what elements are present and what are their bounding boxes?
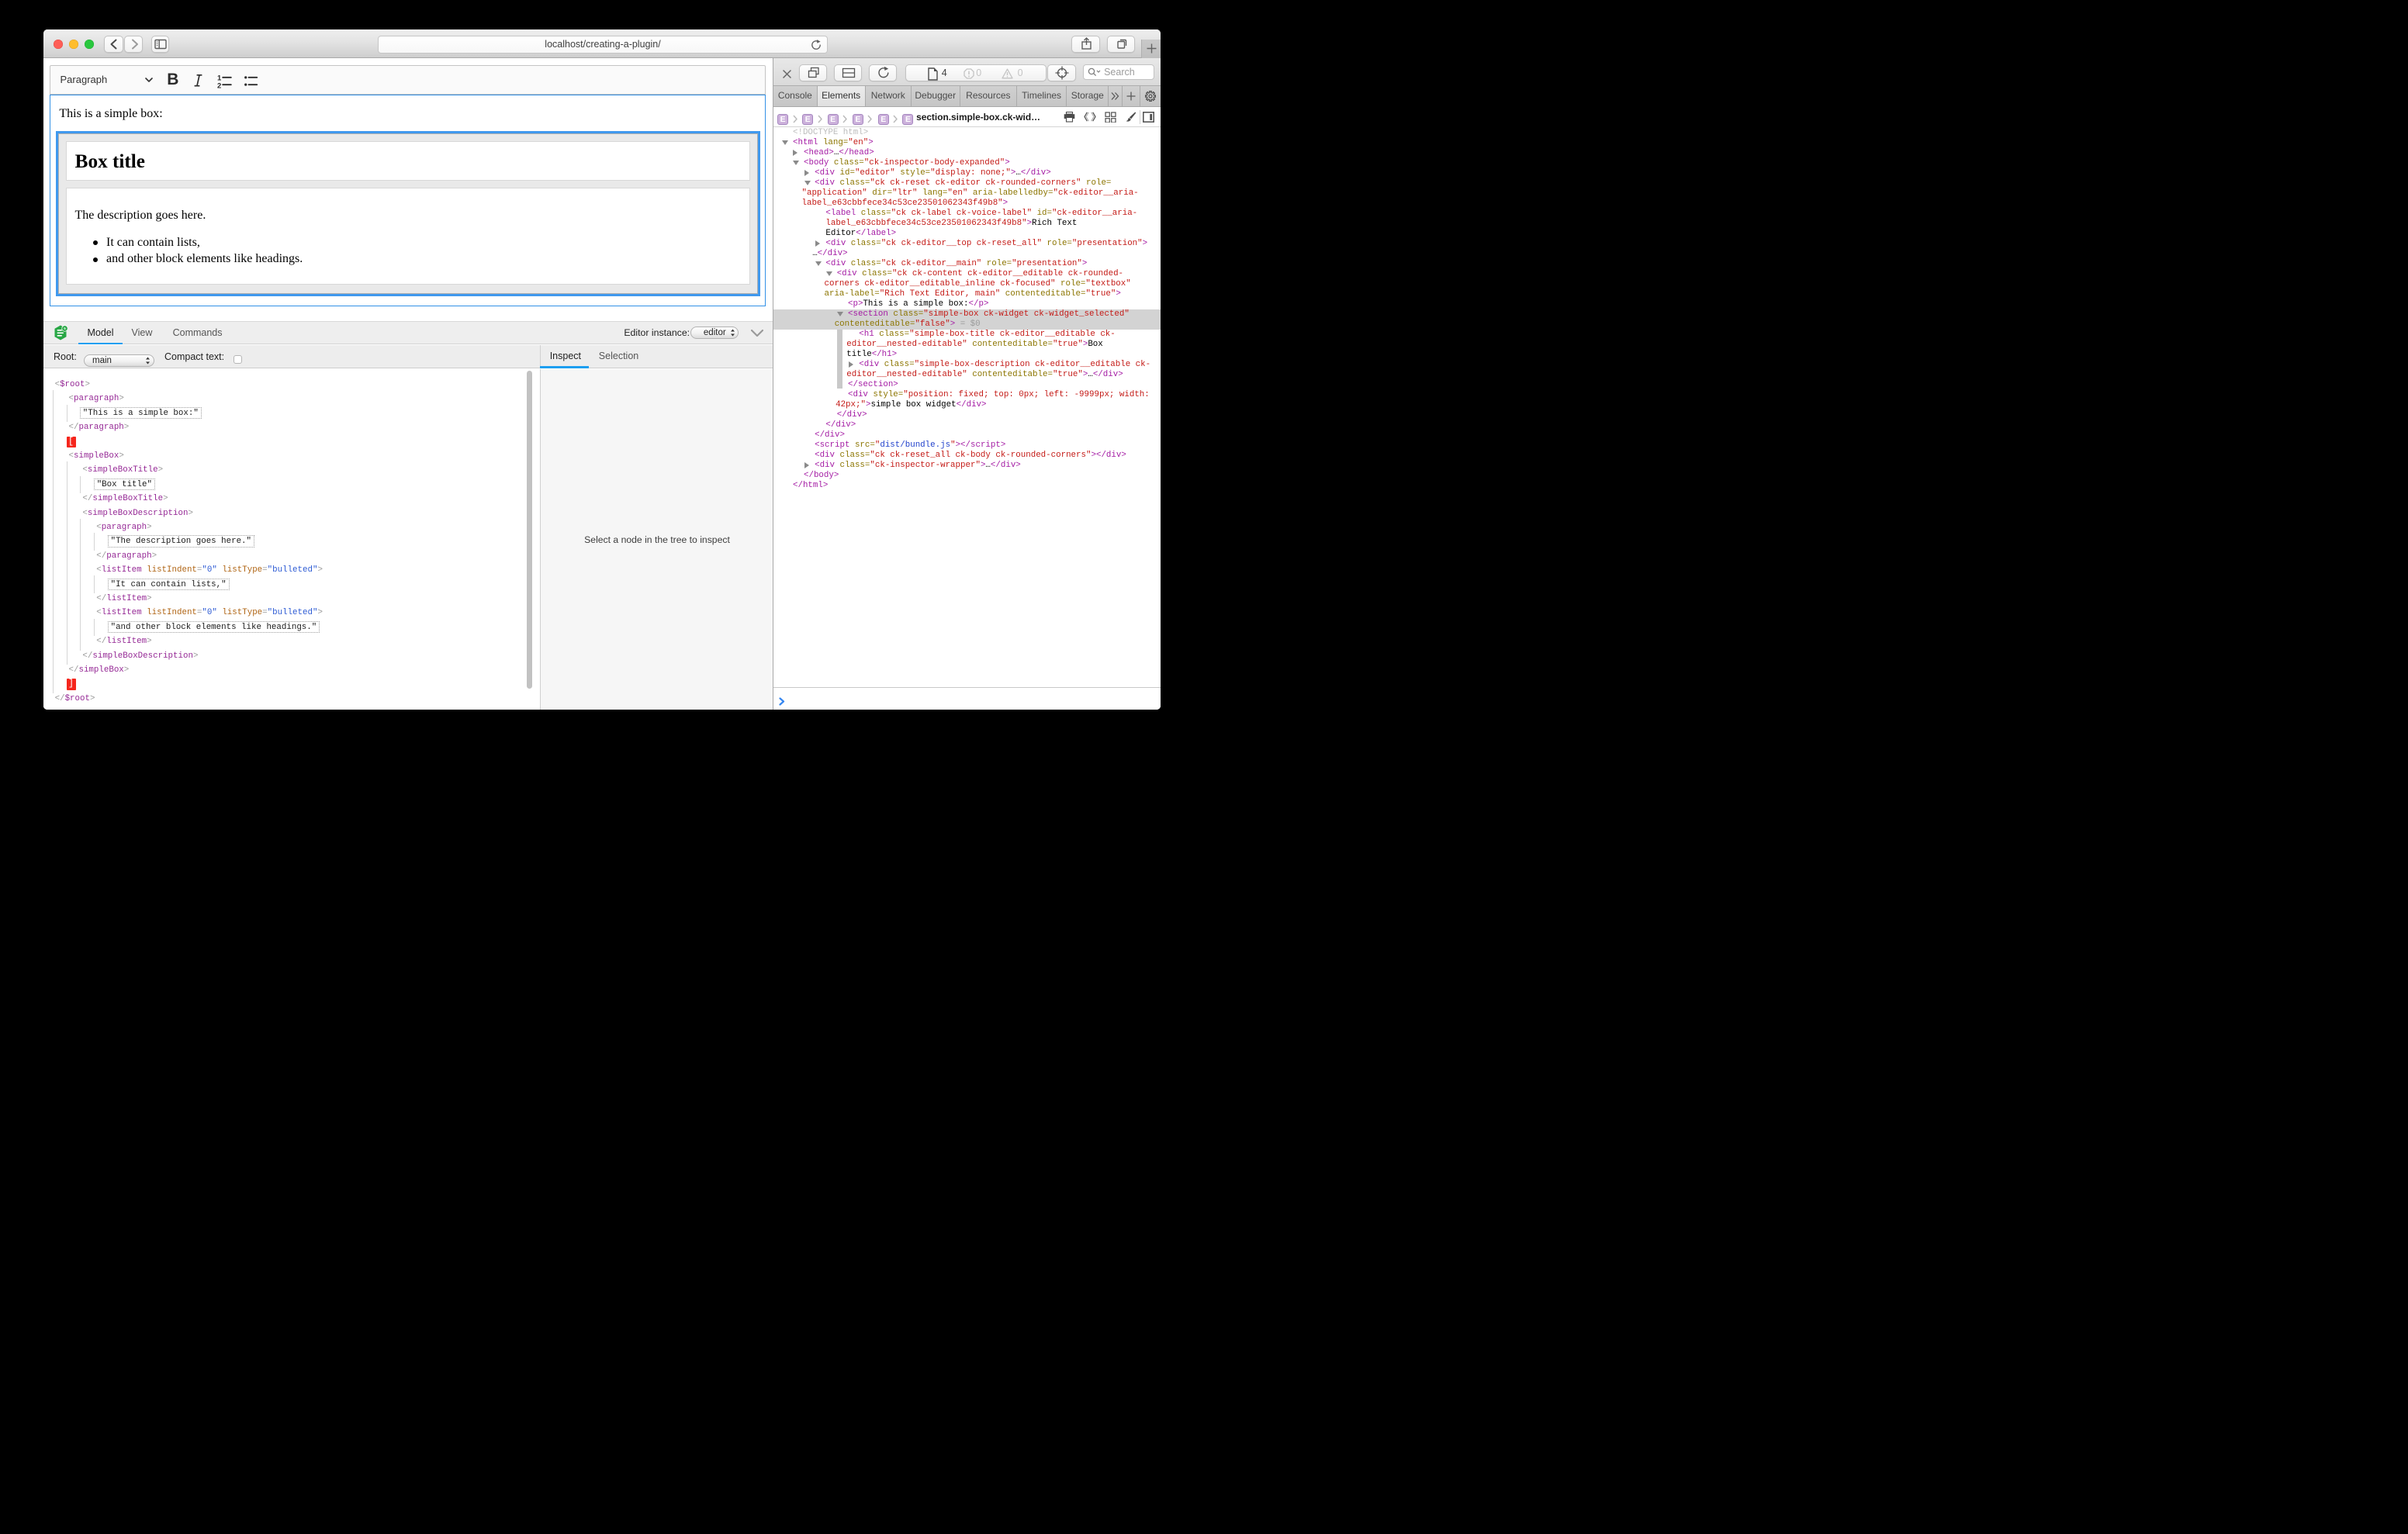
svg-text:2: 2 [217,82,221,90]
